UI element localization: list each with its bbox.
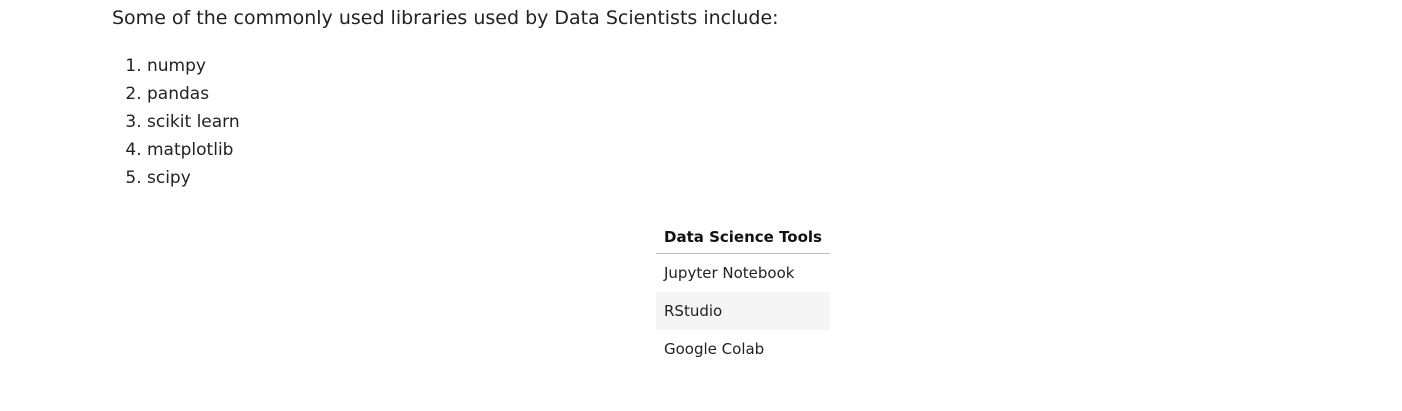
table-cell: Google Colab [664,340,765,358]
list-item: matplotlib [147,136,1392,164]
table-row: Jupyter Notebook [656,254,830,293]
library-list: numpy pandas scikit learn matplotlib sci… [112,52,1392,192]
list-item: scipy [147,164,1392,192]
table-cell: RStudio [656,292,830,330]
table-cell: Jupyter Notebook [664,264,795,282]
list-item: scikit learn [147,108,1392,136]
intro-text: Some of the commonly used libraries used… [112,7,779,29]
table-row: Google Colab [656,330,830,368]
table-header-cell: Data Science Tools [656,221,830,254]
list-item: pandas [147,80,1392,108]
table-header-row: Data Science Tools [656,221,830,254]
table-row: RStudio [656,292,830,330]
tools-table: Data Science Tools Jupyter Notebook RStu… [656,221,830,368]
list-item: numpy [147,52,1392,80]
markdown-cell: Some of the commonly used libraries used… [112,4,1392,192]
